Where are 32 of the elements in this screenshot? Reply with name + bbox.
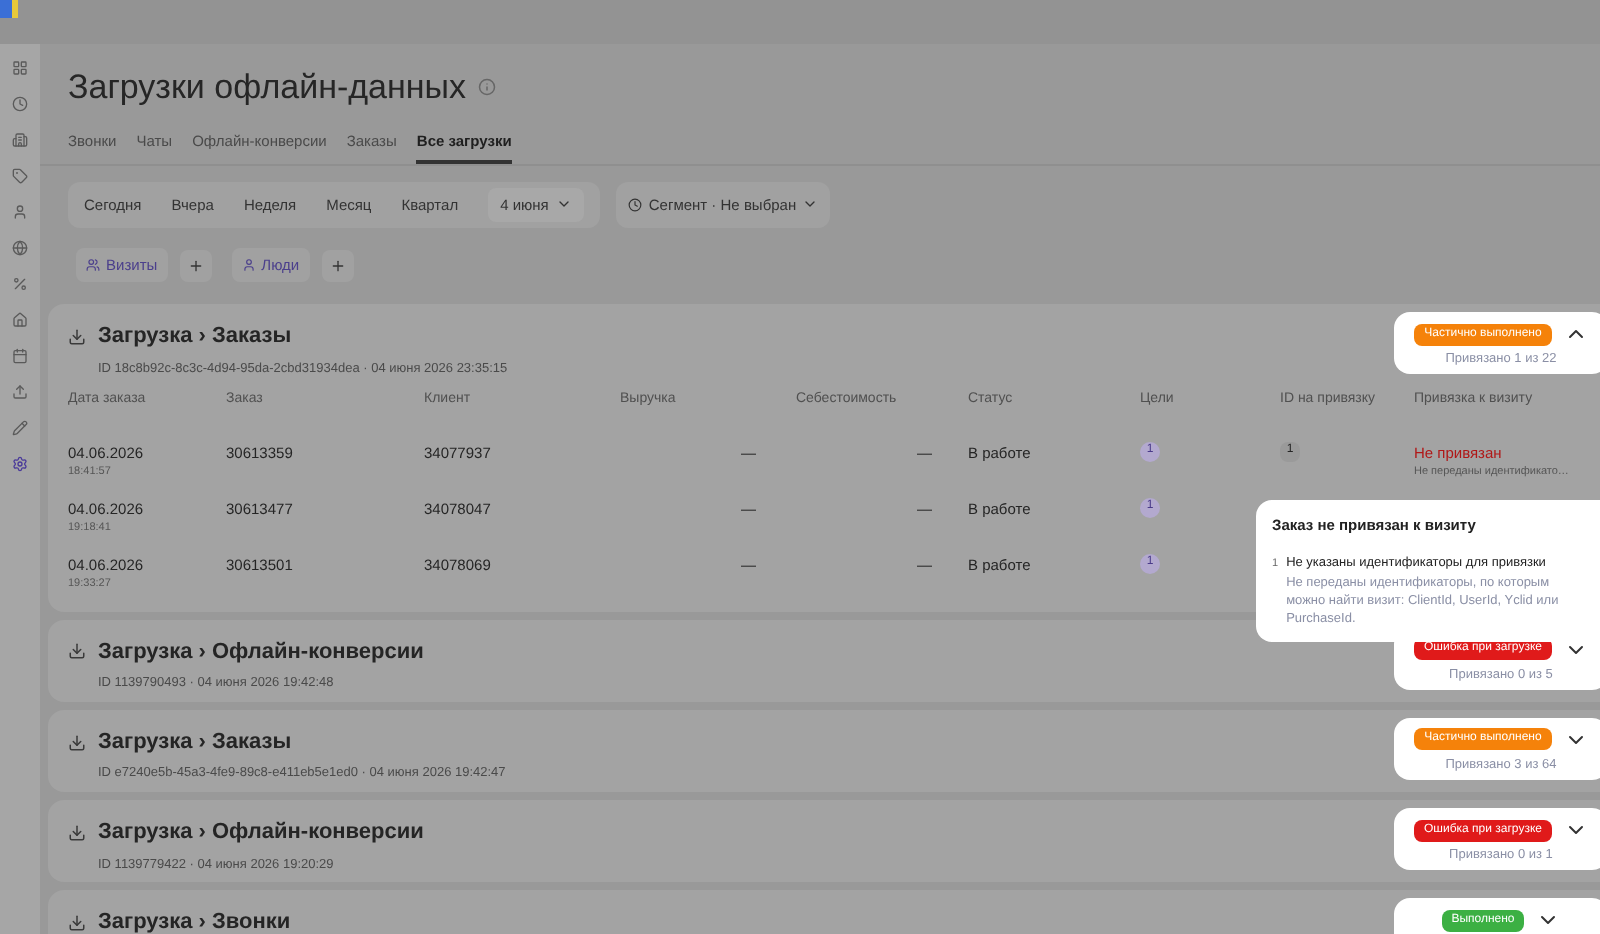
settings-icon[interactable] (12, 456, 28, 472)
clock-icon[interactable] (12, 96, 28, 112)
plus-icon (329, 257, 346, 274)
add-button[interactable] (179, 249, 212, 282)
upload-title[interactable]: Загрузка › Офлайн-конверсии (98, 816, 424, 849)
upload-title[interactable]: Загрузка › Офлайн-конверсии (98, 635, 424, 668)
upload-title[interactable]: Загрузка › Заказы (98, 725, 292, 759)
grid-icon[interactable] (12, 60, 28, 76)
download-icon (68, 328, 86, 346)
download-icon (68, 823, 86, 842)
download-icon (68, 642, 86, 661)
pencil-icon[interactable] (12, 420, 28, 436)
building-icon[interactable] (12, 132, 28, 148)
logo-icon[interactable] (0, 0, 18, 18)
plus-icon (187, 257, 204, 274)
home-icon[interactable] (12, 312, 28, 328)
page-title: Загрузки офлайн-данных (68, 66, 466, 110)
download-icon (68, 914, 86, 932)
users-icon (86, 258, 100, 273)
add-button[interactable] (321, 249, 354, 282)
clock-icon (628, 197, 643, 212)
tag-icon[interactable] (12, 168, 28, 184)
user-icon[interactable] (12, 204, 28, 220)
upload-title[interactable]: Загрузка › Звонки (98, 906, 291, 934)
user-icon (241, 258, 256, 273)
upload-icon[interactable] (12, 384, 28, 400)
calendar-icon[interactable] (12, 348, 28, 364)
download-icon (68, 733, 86, 751)
globe-icon[interactable] (12, 240, 28, 256)
upload-title[interactable]: Загрузка › Заказы (98, 320, 292, 354)
percent-icon[interactable] (12, 276, 28, 292)
info-icon[interactable] (478, 78, 496, 97)
